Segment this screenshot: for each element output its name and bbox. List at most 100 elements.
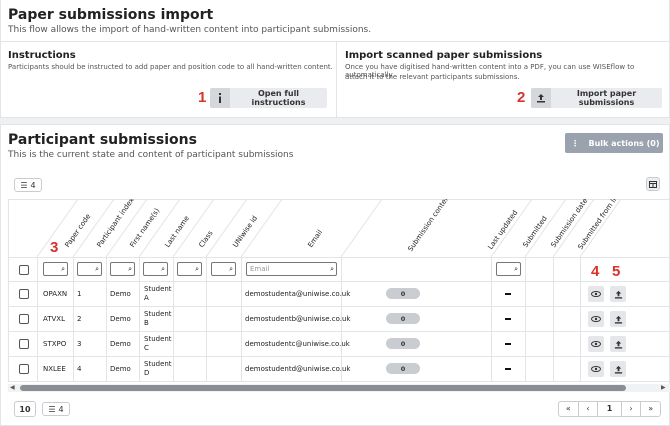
first-page-button[interactable]: « (559, 402, 579, 416)
view-submission-button[interactable] (588, 311, 604, 327)
upload-submission-button[interactable] (610, 286, 626, 302)
email: demostudentd@uniwise.co.uk (245, 365, 351, 373)
view-submission-button[interactable] (588, 361, 604, 377)
paper-code-filter[interactable]: ⌕ (43, 262, 68, 276)
participant-index: 1 (77, 290, 82, 298)
last-updated-filter[interactable]: ⌕ (496, 262, 521, 276)
participant-index-filter[interactable]: ⌕ (77, 262, 102, 276)
email-filter-placeholder: Email (250, 265, 270, 273)
table-row[interactable]: NXLEE 4 Demo Student D demostudentd@uniw… (8, 357, 670, 381)
list-icon: ☰ (48, 404, 56, 414)
scrollbar-thumb[interactable] (20, 385, 626, 391)
search-icon: ⌕ (195, 264, 199, 273)
eye-icon (591, 291, 601, 297)
upload-submission-button[interactable] (610, 336, 626, 352)
footer-columns-button[interactable]: ☰ 4 (42, 402, 70, 416)
row-checkbox[interactable] (19, 289, 29, 299)
callout-2: 2 (517, 89, 526, 106)
upload-submission-button[interactable] (610, 361, 626, 377)
eye-icon (591, 341, 601, 347)
scroll-right-icon[interactable]: ▶ (661, 384, 666, 391)
last-name-filter[interactable]: ⌕ (143, 262, 168, 276)
first-name: Demo (110, 315, 131, 323)
upload-submission-button[interactable] (610, 311, 626, 327)
instructions-text: Participants should be instructed to add… (8, 63, 333, 71)
first-name: Demo (110, 365, 131, 373)
participants-subtitle: This is the current state and content of… (8, 150, 294, 160)
page-size-button[interactable]: 10 (14, 401, 36, 417)
columns-count: 4 (30, 180, 36, 190)
import-card: Paper submissions import This flow allow… (0, 0, 670, 118)
import-scanned-text-2: attach it to the relevant participants s… (345, 73, 520, 81)
upload-icon (614, 290, 622, 299)
columns-toggle-button[interactable]: ☰ 4 (14, 178, 42, 192)
uniwise-id-filter[interactable]: ⌕ (211, 262, 236, 276)
table-row[interactable]: STXPO 3 Demo Student C demostudentc@uniw… (8, 332, 670, 356)
current-page[interactable]: 1 (598, 402, 622, 416)
upload-icon (614, 340, 622, 349)
email-filter[interactable]: Email ⌕ (246, 262, 337, 276)
select-all-checkbox[interactable] (19, 265, 29, 275)
view-submission-button[interactable] (588, 336, 604, 352)
callout-5: 5 (612, 263, 621, 280)
class-filter[interactable]: ⌕ (177, 262, 202, 276)
last-updated-value (505, 318, 511, 320)
import-subtitle: This flow allows the import of hand-writ… (8, 25, 372, 35)
submission-content-pill[interactable]: 0 (386, 288, 420, 299)
prev-page-button[interactable]: ‹ (579, 402, 599, 416)
row-checkbox[interactable] (19, 364, 29, 374)
last-name-line1: Student (144, 335, 172, 343)
upload-icon (614, 365, 622, 374)
import-scanned-title: Import scanned paper submissions (345, 50, 543, 61)
submission-content-pill[interactable]: 0 (386, 313, 420, 324)
import-paper-button[interactable]: Import paper submissions (531, 88, 662, 108)
last-name-line1: Student (144, 360, 172, 368)
participant-index: 3 (77, 340, 82, 348)
bulk-actions-button[interactable]: ⋮ Bulk actions (0) (565, 133, 663, 153)
first-name-filter[interactable]: ⌕ (110, 262, 135, 276)
row-checkbox[interactable] (19, 314, 29, 324)
last-name-line2: C (144, 344, 149, 352)
callout-3: 3 (50, 239, 59, 256)
upload-icon (614, 315, 622, 324)
eye-icon (591, 366, 601, 372)
divider (336, 41, 337, 118)
page-size-value: 10 (19, 404, 31, 414)
next-page-button[interactable]: › (622, 402, 642, 416)
open-instructions-button[interactable]: Open full instructions (210, 88, 327, 108)
participants-card: Participant submissions This is the curr… (0, 124, 670, 426)
last-updated-value (505, 293, 511, 295)
row-checkbox[interactable] (19, 339, 29, 349)
horizontal-scrollbar[interactable]: ◀ ▶ (8, 384, 670, 392)
open-instructions-label: Open full instructions (251, 89, 306, 107)
table-row[interactable]: OPAXN 1 Demo Student A demostudenta@uniw… (8, 282, 670, 306)
table-icon (649, 180, 657, 188)
last-name-line1: Student (144, 310, 172, 318)
instructions-title: Instructions (8, 50, 76, 61)
paper-code: ATVXL (43, 315, 66, 323)
table-view-button[interactable] (646, 177, 660, 191)
view-submission-button[interactable] (588, 286, 604, 302)
email: demostudentc@uniwise.co.uk (245, 340, 350, 348)
participants-title: Participant submissions (8, 132, 197, 148)
submissions-table: Paper code Participant index First name(… (8, 199, 670, 395)
search-icon: ⌕ (128, 264, 132, 273)
upload-icon (531, 88, 551, 108)
pagination: « ‹ 1 › » (558, 401, 661, 417)
import-paper-label: Import paper submissions (576, 89, 637, 107)
submission-content-pill[interactable]: 0 (386, 338, 420, 349)
scroll-left-icon[interactable]: ◀ (10, 384, 15, 391)
search-icon: ⌕ (514, 264, 518, 273)
search-icon: ⌕ (61, 264, 65, 273)
eye-icon (591, 316, 601, 322)
table-row[interactable]: ATVXL 2 Demo Student B demostudentb@uniw… (8, 307, 670, 331)
email: demostudentb@uniwise.co.uk (245, 315, 351, 323)
paper-code: STXPO (43, 340, 67, 348)
import-title: Paper submissions import (8, 7, 214, 23)
submission-content-pill[interactable]: 0 (386, 363, 420, 374)
participant-index: 4 (77, 365, 82, 373)
paper-code: OPAXN (43, 290, 68, 298)
search-icon: ⌕ (229, 264, 233, 273)
last-page-button[interactable]: » (641, 402, 660, 416)
bulk-actions-label: Bulk actions (0) (588, 138, 660, 148)
